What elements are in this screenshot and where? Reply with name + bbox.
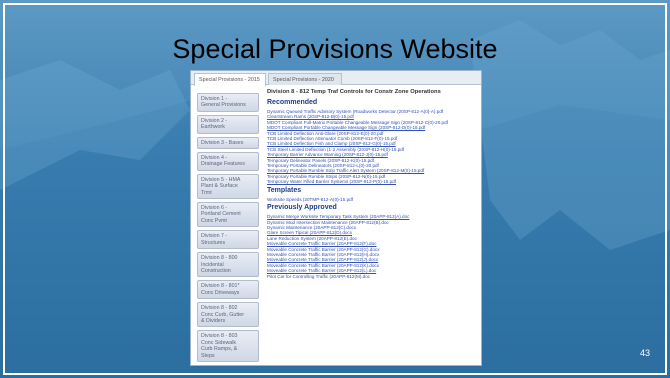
sidebar-division-button[interactable]: Division 8 - 802 Conc Curb, Gutter & Div… [197,302,259,328]
sidebar-division-button[interactable]: Division 8 - 803 Conc Sidewalk Curb Ramp… [197,330,259,362]
main-content: Division 8 - 812 Temp Traf Controls for … [267,89,479,281]
sidebar-division-button[interactable]: Division 4 - Drainage Features [197,152,259,171]
sidebar-division-button[interactable]: Division 8 - 801* Conc Driveways [197,280,259,300]
tab-bar: Special Provisions - 2015 Special Provis… [191,71,481,86]
website-screenshot: Special Provisions - 2015 Special Provis… [190,70,482,366]
document-link[interactable]: Pilot Car for Controlling Traffic (20APP… [267,274,479,279]
document-link[interactable]: Temporary Water Filled Barrier Systems (… [267,179,479,184]
sidebar-division-button[interactable]: Division 6 - Portland Cement Conc Pvmt [197,202,259,228]
document-sections: Recommended Dynamic Queued Traffic Adviso… [267,99,479,279]
division-sidebar: Division 1 - General Provisions Division … [197,93,259,365]
document-list: Dynamic Queued Traffic Advisory System (… [267,109,479,185]
slide: Special Provisions Website Special Provi… [0,0,670,378]
section-heading: Templates [267,186,302,194]
tab-special-provisions-2015[interactable]: Special Provisions - 2015 [194,73,266,86]
slide-title: Special Provisions Website [172,34,498,64]
document-link[interactable]: Worksite Speeds (20TMP-812-A(0)-15.pdf [267,197,479,202]
sidebar-division-button[interactable]: Division 1 - General Provisions [197,93,259,112]
section-heading: Recommended [267,99,318,106]
sidebar-division-button[interactable]: Division 2 - Earthwork [197,114,259,134]
section-heading: Previously Approved [267,204,337,212]
document-list: Worksite Speeds (20TMP-812-A(0)-15.pdf [267,197,479,202]
sidebar-division-button[interactable]: Division 7 - Structures [197,230,259,250]
sidebar-division-button[interactable]: Division 8 - 800 Incidental Construction [197,252,259,278]
page-number: 43 [640,348,651,358]
document-list: Dynamic Merge Worksite Temporary Task Sy… [267,214,479,279]
sidebar-division-button[interactable]: Division 3 - Bases [197,136,259,150]
tab-special-provisions-2020[interactable]: Special Provisions - 2020 [268,73,342,85]
sidebar-division-button[interactable]: Division 5 - HMA Plant & Surface Trmt [197,173,259,200]
page-heading: Division 8 - 812 Temp Traf Controls for … [267,89,441,95]
